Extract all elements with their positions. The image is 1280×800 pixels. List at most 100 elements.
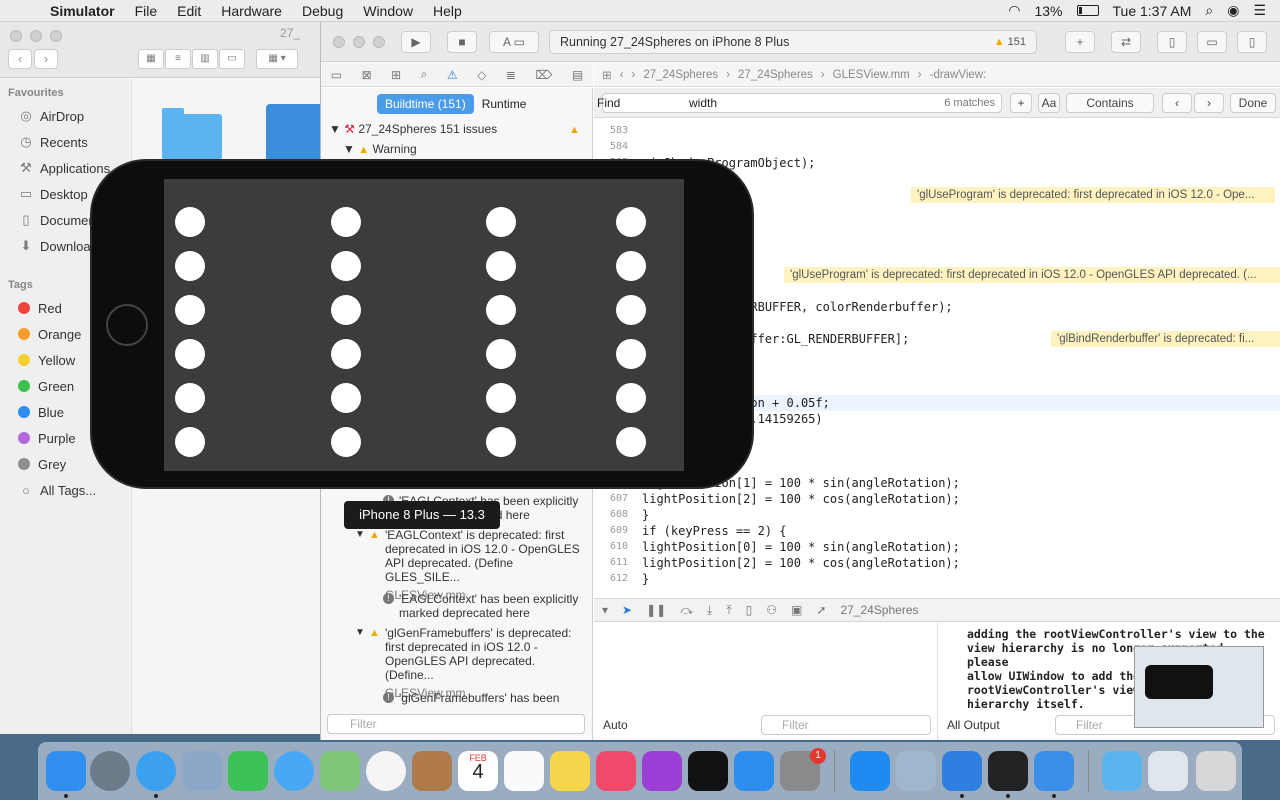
step-into-icon[interactable]: ⤓: [707, 603, 712, 618]
back-button[interactable]: ‹: [620, 69, 624, 81]
close-button[interactable]: [10, 30, 22, 42]
tv-icon[interactable]: [688, 751, 728, 791]
code-line[interactable]: 607 lightPosition[2] = 100 * cos(angleRo…: [594, 491, 1280, 507]
output-select[interactable]: All Output: [947, 715, 1000, 735]
disclosure-icon[interactable]: ▼: [343, 142, 355, 156]
pause-icon[interactable]: ❚❚: [646, 603, 666, 617]
scheme-selector[interactable]: A ▭: [489, 31, 539, 53]
breakpoints-toggle-icon[interactable]: ➤: [622, 603, 632, 617]
forward-button[interactable]: ›: [34, 49, 58, 69]
warning-group-row[interactable]: ▼ ▲ Warning: [343, 142, 417, 156]
environment-icon[interactable]: ▣: [791, 603, 802, 617]
inline-warning[interactable]: 'glBindRenderbuffer' is deprecated: fi..…: [1051, 331, 1280, 347]
trash-icon[interactable]: [1196, 751, 1236, 791]
simulator-icon[interactable]: [1034, 751, 1074, 791]
issue-filter-input[interactable]: Filter: [327, 714, 585, 734]
music-icon[interactable]: [596, 751, 636, 791]
sidebar-item-all-tags[interactable]: ○ All Tags...: [0, 477, 131, 503]
gallery-view-button[interactable]: ▭: [219, 49, 245, 69]
related-items-icon[interactable]: ⊞: [602, 68, 612, 82]
symbol-navigator-icon[interactable]: ⊞: [391, 68, 401, 82]
location-icon[interactable]: ➚: [816, 603, 826, 617]
spotlight-icon[interactable]: ⌕: [1205, 2, 1213, 19]
project-navigator-icon[interactable]: ▭: [331, 68, 342, 82]
wifi-icon[interactable]: ◠: [1008, 2, 1020, 19]
issue-note[interactable]: ! 'EAGLContext' has been explicitly mark…: [383, 592, 592, 620]
forward-button[interactable]: ›: [631, 69, 635, 81]
debug-navigator-icon[interactable]: ≣: [506, 68, 516, 82]
menu-window[interactable]: Window: [353, 3, 423, 19]
test-navigator-icon[interactable]: ◇: [477, 68, 486, 82]
messages-icon[interactable]: [274, 751, 314, 791]
toggle-navigator-button[interactable]: ▯: [1157, 31, 1187, 53]
battery-icon[interactable]: [1076, 5, 1099, 16]
group-button[interactable]: ▦ ▾: [256, 49, 298, 69]
step-out-icon[interactable]: ⤒: [726, 603, 731, 618]
view-hierarchy-icon[interactable]: ▯: [746, 603, 753, 617]
disclosure-icon[interactable]: ▼: [355, 528, 365, 542]
activity-warning-count[interactable]: ▲ 151: [994, 31, 1026, 53]
memory-graph-icon[interactable]: ⚇: [766, 603, 777, 617]
inline-warning[interactable]: 'glUseProgram' is deprecated: first depr…: [784, 267, 1280, 283]
jump-file[interactable]: GLESView.mm: [833, 69, 910, 81]
toggle-debug-area-button[interactable]: ▭: [1197, 31, 1227, 53]
simulator-screen[interactable]: [164, 179, 684, 471]
menu-debug[interactable]: Debug: [292, 3, 353, 19]
xcode-icon[interactable]: [942, 751, 982, 791]
issue-note[interactable]: ! 'glGenFramebuffers' has been: [383, 691, 592, 705]
tab-runtime[interactable]: Runtime: [474, 94, 535, 114]
step-over-icon[interactable]: ⤼: [680, 603, 693, 618]
zoom-button[interactable]: [50, 30, 62, 42]
notification-center-icon[interactable]: ☰: [1253, 2, 1266, 19]
match-style-select[interactable]: Contains: [1066, 93, 1154, 113]
menu-help[interactable]: Help: [423, 3, 472, 19]
variables-scope-select[interactable]: Auto: [603, 715, 628, 735]
sidebar-item-airdrop[interactable]: ◎ AirDrop: [0, 103, 131, 129]
code-line[interactable]: 583: [594, 123, 1280, 139]
safari-icon[interactable]: [136, 751, 176, 791]
inline-warning[interactable]: 'glUseProgram' is deprecated: first depr…: [911, 187, 1275, 203]
jump-method[interactable]: -drawView:: [930, 69, 987, 81]
code-line[interactable]: 612 }: [594, 571, 1280, 587]
folder-icon[interactable]: [162, 108, 222, 160]
teamviewer-icon[interactable]: [850, 751, 890, 791]
source-control-navigator-icon[interactable]: ⊠: [362, 68, 372, 82]
minimize-button[interactable]: [30, 30, 42, 42]
find-navigator-icon[interactable]: ⌕: [421, 67, 428, 82]
find-mode[interactable]: Find: [597, 94, 657, 112]
toggle-inspector-button[interactable]: ▯: [1237, 31, 1267, 53]
menu-hardware[interactable]: Hardware: [211, 3, 292, 19]
hide-debug-area-icon[interactable]: ▾: [602, 603, 608, 617]
find-input[interactable]: Find width 6 matches: [597, 93, 1002, 113]
issue-navigator-icon[interactable]: ⚠: [447, 68, 458, 82]
list-view-button[interactable]: ≡: [165, 49, 191, 69]
jump-project[interactable]: 27_24Spheres: [643, 69, 718, 81]
screenshot-stack-icon[interactable]: [1148, 751, 1188, 791]
close-button[interactable]: [333, 36, 345, 48]
next-match-button[interactable]: ›: [1194, 93, 1224, 113]
issue-warning[interactable]: ▲ ▼ 'EAGLContext' is deprecated: first d…: [355, 528, 585, 602]
back-button[interactable]: ‹: [8, 49, 32, 69]
variables-filter-input[interactable]: Filter: [761, 715, 931, 735]
disclosure-icon[interactable]: ▼: [355, 626, 365, 640]
code-line[interactable]: 609 if (keyPress == 2) {: [594, 523, 1280, 539]
sidebar-item-recents[interactable]: ◷ Recents: [0, 129, 131, 155]
home-button[interactable]: [106, 304, 148, 346]
project-issue-row[interactable]: ▼ ⚒ 27_24Spheres 151 issues: [329, 122, 497, 136]
disclosure-icon[interactable]: ▼: [329, 122, 341, 136]
jump-group[interactable]: 27_24Spheres: [738, 69, 813, 81]
report-navigator-icon[interactable]: ▤: [572, 68, 583, 82]
code-line[interactable]: 611 lightPosition[2] = 100 * cos(angleRo…: [594, 555, 1280, 571]
column-view-button[interactable]: ▥: [192, 49, 218, 69]
library-button[interactable]: +: [1065, 31, 1095, 53]
code-review-button[interactable]: ⇄: [1111, 31, 1141, 53]
preview-icon[interactable]: [896, 751, 936, 791]
calendar-icon[interactable]: FEB 4: [458, 751, 498, 791]
app-store-icon[interactable]: [734, 751, 774, 791]
code-line[interactable]: 610 lightPosition[0] = 100 * sin(angleRo…: [594, 539, 1280, 555]
issue-warning[interactable]: ▲ ▼ 'glGenFramebuffers' is deprecated: f…: [355, 626, 585, 700]
screenshot-thumbnail[interactable]: [1134, 646, 1264, 728]
contacts-icon[interactable]: [412, 751, 452, 791]
reminders-icon[interactable]: [504, 751, 544, 791]
photos-icon[interactable]: [366, 751, 406, 791]
